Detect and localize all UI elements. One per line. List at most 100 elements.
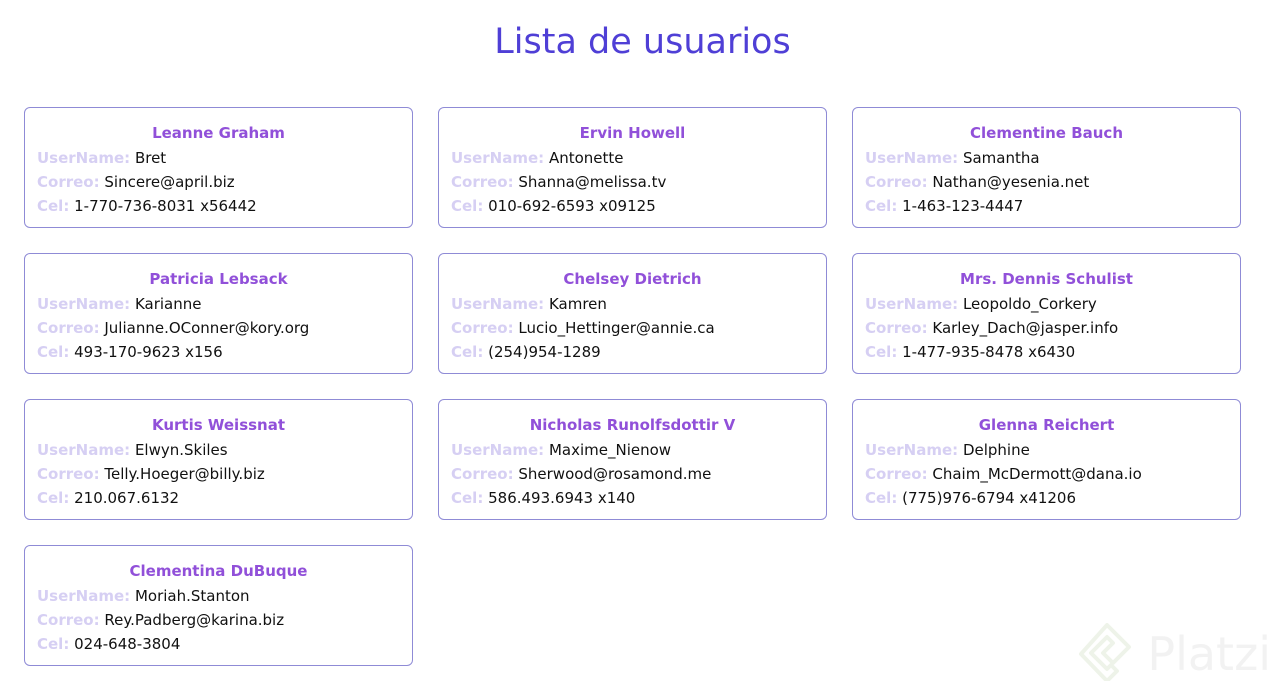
username-value: Moriah.Stanton: [134, 587, 250, 605]
username-label: UserName:: [865, 295, 959, 313]
page-title: Lista de usuarios: [494, 22, 791, 62]
email-row: Correo: Shanna@melissa.tv: [451, 170, 814, 194]
user-card: Clementine Bauch UserName: Samantha Corr…: [852, 107, 1241, 228]
phone-label: Cel:: [37, 489, 70, 507]
email-row: Correo: Lucio_Hettinger@annie.ca: [451, 316, 814, 340]
phone-row: Cel: (254)954-1289: [451, 340, 814, 364]
username-value: Delphine: [962, 441, 1030, 459]
phone-value: 1-463-123-4447: [902, 197, 1024, 215]
email-value: Rey.Padberg@karina.biz: [104, 611, 285, 629]
user-name: Glenna Reichert: [978, 416, 1115, 434]
username-row: UserName: Delphine: [865, 438, 1228, 462]
phone-row: Cel: 024-648-3804: [37, 632, 400, 656]
user-name: Clementina DuBuque: [129, 562, 308, 580]
user-name: Ervin Howell: [579, 124, 686, 142]
phone-row: Cel: 010-692-6593 x09125: [451, 194, 814, 218]
email-value: Lucio_Hettinger@annie.ca: [518, 319, 715, 337]
email-label: Correo:: [865, 173, 928, 191]
phone-label: Cel:: [865, 489, 898, 507]
email-row: Correo: Chaim_McDermott@dana.io: [865, 462, 1228, 486]
email-value: Karley_Dach@jasper.info: [932, 319, 1119, 337]
email-label: Correo:: [451, 173, 514, 191]
phone-value: 010-692-6593 x09125: [488, 197, 656, 215]
email-label: Correo:: [451, 465, 514, 483]
username-label: UserName:: [37, 295, 131, 313]
user-name: Nicholas Runolfsdottir V: [529, 416, 736, 434]
email-value: Sincere@april.biz: [104, 173, 235, 191]
user-card: Chelsey Dietrich UserName: Kamren Correo…: [438, 253, 827, 374]
phone-row: Cel: (775)976-6794 x41206: [865, 486, 1228, 510]
username-value: Leopoldo_Corkery: [962, 295, 1097, 313]
username-label: UserName:: [865, 149, 959, 167]
phone-value: 1-770-736-8031 x56442: [74, 197, 257, 215]
user-name: Leanne Graham: [152, 124, 285, 142]
platzi-wordmark: Platzi: [1147, 627, 1271, 681]
phone-label: Cel:: [451, 489, 484, 507]
phone-row: Cel: 493-170-9623 x156: [37, 340, 400, 364]
username-value: Karianne: [134, 295, 202, 313]
username-row: UserName: Moriah.Stanton: [37, 584, 400, 608]
email-row: Correo: Telly.Hoeger@billy.biz: [37, 462, 400, 486]
phone-value: 493-170-9623 x156: [74, 343, 223, 361]
username-label: UserName:: [451, 441, 545, 459]
phone-value: (775)976-6794 x41206: [902, 489, 1077, 507]
phone-value: 1-477-935-8478 x6430: [902, 343, 1076, 361]
username-row: UserName: Maxime_Nienow: [451, 438, 814, 462]
username-label: UserName:: [37, 149, 131, 167]
email-value: Shanna@melissa.tv: [518, 173, 667, 191]
email-label: Correo:: [37, 173, 100, 191]
phone-label: Cel:: [37, 343, 70, 361]
phone-row: Cel: 1-477-935-8478 x6430: [865, 340, 1228, 364]
username-row: UserName: Bret: [37, 146, 400, 170]
phone-label: Cel:: [451, 343, 484, 361]
username-value: Antonette: [548, 149, 624, 167]
email-row: Correo: Rey.Padberg@karina.biz: [37, 608, 400, 632]
email-row: Correo: Nathan@yesenia.net: [865, 170, 1228, 194]
phone-label: Cel:: [865, 197, 898, 215]
email-label: Correo:: [865, 465, 928, 483]
username-value: Maxime_Nienow: [548, 441, 672, 459]
email-row: Correo: Karley_Dach@jasper.info: [865, 316, 1228, 340]
email-label: Correo:: [37, 611, 100, 629]
user-card: Kurtis Weissnat UserName: Elwyn.Skiles C…: [24, 399, 413, 520]
email-value: Telly.Hoeger@billy.biz: [104, 465, 265, 483]
user-card: Mrs. Dennis Schulist UserName: Leopoldo_…: [852, 253, 1241, 374]
phone-value: 586.493.6943 x140: [488, 489, 636, 507]
user-card: Leanne Graham UserName: Bret Correo: Sin…: [24, 107, 413, 228]
username-label: UserName:: [37, 441, 131, 459]
user-name: Clementine Bauch: [970, 124, 1123, 142]
username-row: UserName: Samantha: [865, 146, 1228, 170]
user-card-grid: Leanne Graham UserName: Bret Correo: Sin…: [24, 107, 1241, 666]
email-label: Correo:: [865, 319, 928, 337]
username-row: UserName: Kamren: [451, 292, 814, 316]
phone-value: 024-648-3804: [74, 635, 181, 653]
username-row: UserName: Antonette: [451, 146, 814, 170]
username-label: UserName:: [37, 587, 131, 605]
email-row: Correo: Julianne.OConner@kory.org: [37, 316, 400, 340]
phone-row: Cel: 1-770-736-8031 x56442: [37, 194, 400, 218]
username-label: UserName:: [865, 441, 959, 459]
username-value: Elwyn.Skiles: [134, 441, 228, 459]
email-value: Julianne.OConner@kory.org: [104, 319, 310, 337]
username-row: UserName: Karianne: [37, 292, 400, 316]
user-name: Mrs. Dennis Schulist: [960, 270, 1133, 288]
email-value: Sherwood@rosamond.me: [518, 465, 712, 483]
phone-row: Cel: 1-463-123-4447: [865, 194, 1228, 218]
email-label: Correo:: [451, 319, 514, 337]
username-value: Kamren: [548, 295, 607, 313]
phone-label: Cel:: [865, 343, 898, 361]
user-card: Clementina DuBuque UserName: Moriah.Stan…: [24, 545, 413, 666]
email-row: Correo: Sherwood@rosamond.me: [451, 462, 814, 486]
username-label: UserName:: [451, 295, 545, 313]
username-value: Samantha: [962, 149, 1040, 167]
platzi-logo-icon: [1077, 621, 1137, 681]
phone-label: Cel:: [451, 197, 484, 215]
platzi-watermark: Platzi: [1077, 621, 1271, 681]
user-card: Nicholas Runolfsdottir V UserName: Maxim…: [438, 399, 827, 520]
username-label: UserName:: [451, 149, 545, 167]
email-label: Correo:: [37, 465, 100, 483]
username-row: UserName: Elwyn.Skiles: [37, 438, 400, 462]
phone-row: Cel: 586.493.6943 x140: [451, 486, 814, 510]
phone-row: Cel: 210.067.6132: [37, 486, 400, 510]
phone-label: Cel:: [37, 635, 70, 653]
